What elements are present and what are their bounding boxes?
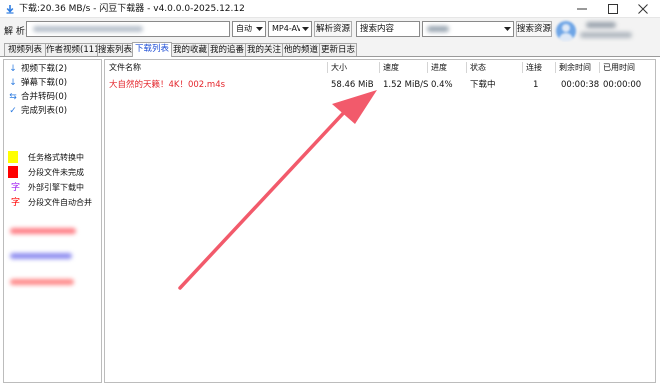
blurred-user-info [580,32,632,38]
minimize-button[interactable] [570,0,594,18]
window-title: 下载:20.36 MB/s - 闪豆下载器 - v4.0.0.0-2025.12… [19,4,245,14]
maximize-icon [608,4,618,14]
cell-size: 58.46 MiB [331,80,374,90]
search-button[interactable]: 搜索资源 [516,21,552,37]
url-input[interactable] [26,21,230,37]
blurred-username [586,22,616,28]
sidebar-item-label: 完成列表(0) [21,106,68,116]
sidebar-item-label: 弹幕下载(0) [21,78,68,88]
legend-swatch-red [8,166,18,178]
sidebar: ↓ 视频下载(2) ↓ 弹幕下载(0) ⇆ 合并转码(0) ✓ 完成列表(0) 任务格式… [3,59,102,383]
sidebar-item-label: 视频下载(2) [21,64,68,74]
cell-status: 下载中 [470,80,496,90]
purple-char-icon: 字 [11,183,21,193]
cell-elapsed: 00:00:00 [603,80,642,90]
column-header-connections[interactable]: 连接 [526,62,542,74]
legend-swatch-yellow [8,151,18,163]
tab-following-series[interactable]: 我的追番 [208,43,246,57]
blurred-search-type [427,26,449,32]
tab-download-list[interactable]: 下载列表 [132,42,172,57]
download-arrow-icon: ↓ [9,64,17,74]
sidebar-item-merge-transcode[interactable]: ⇆ 合并转码(0) [8,91,67,103]
close-button[interactable] [631,0,655,18]
tab-favorites[interactable]: 我的收藏 [171,43,209,57]
download-arrow-icon: ↓ [9,78,17,88]
tab-bar: 视频列表 作者视频(111) 搜索列表 下载列表 我的收藏 我的追番 我的关注 … [0,42,660,57]
search-input[interactable]: 搜索内容 [356,21,420,37]
column-header-remaining[interactable]: 剩余时间 [559,62,591,74]
cell-speed: 1.52 MiB/S [383,80,429,90]
parse-label: 解 析: [4,27,28,37]
quality-select[interactable]: 自动 [232,21,266,37]
red-char-icon: 字 [11,198,21,208]
cell-filename: 大自然的天籁！4K！002.m4s [109,80,226,90]
chevron-down-icon [254,22,265,36]
download-table: 文件名称 大小 速度 进度 状态 连接 剩余时间 已用时间 大自然的天籁！4K！… [104,59,656,383]
avatar[interactable] [556,21,576,41]
sidebar-item-completed[interactable]: ✓ 完成列表(0) [8,105,67,117]
column-header-elapsed[interactable]: 已用时间 [603,62,635,74]
column-header-filename[interactable]: 文件名称 [109,62,141,74]
tab-my-follows[interactable]: 我的关注 [245,43,283,57]
tab-search-list[interactable]: 搜索列表 [97,43,133,57]
blurred-text [10,253,72,259]
chevron-down-icon [300,22,311,36]
maximize-button[interactable] [601,0,625,18]
app-logo-icon [6,5,14,14]
chevron-down-icon [502,22,513,36]
blurred-text [10,228,76,234]
title-bar: 下载:20.36 MB/s - 闪豆下载器 - v4.0.0.0-2025.12… [0,0,660,18]
merge-icon: ⇆ [9,92,17,102]
tab-changelog[interactable]: 更新日志 [319,43,357,57]
cell-progress: 0.4% [431,80,453,90]
column-header-speed[interactable]: 速度 [383,62,399,74]
sidebar-item-label: 合并转码(0) [21,92,68,102]
search-type-select[interactable] [422,21,514,37]
quality-value: 自动 [236,24,252,33]
cell-remaining: 00:00:38 [561,80,600,90]
tab-video-list[interactable]: 视频列表 [4,43,46,57]
column-header-size[interactable]: 大小 [331,62,347,74]
tab-divider [0,56,660,57]
format-select[interactable]: MP4-AVC [268,21,312,37]
close-icon [638,4,648,14]
sidebar-item-video-download[interactable]: ↓ 视频下载(2) [8,63,67,75]
blurred-url [33,26,143,32]
tab-his-channel[interactable]: 他的频道 [282,43,320,57]
tab-author-videos[interactable]: 作者视频(111) [45,43,103,57]
parse-button[interactable]: 解析资源 [314,21,352,37]
column-header-status[interactable]: 状态 [470,62,486,74]
blurred-text [10,279,74,285]
column-header-progress[interactable]: 进度 [431,62,447,74]
minimize-icon [577,8,587,10]
cell-connections: 1 [533,80,539,90]
sidebar-item-danmaku-download[interactable]: ↓ 弹幕下载(0) [8,77,67,89]
check-icon: ✓ [9,106,17,116]
